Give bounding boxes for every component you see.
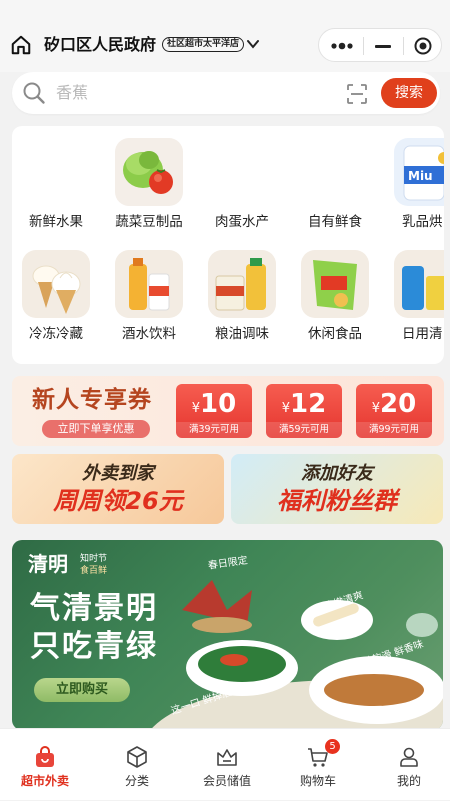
- category-label: 自有鲜食: [308, 214, 362, 230]
- tab-label: 会员储值: [202, 774, 251, 788]
- tab-label: 分类: [124, 774, 149, 788]
- promo-line2: 周周领26元: [53, 487, 183, 515]
- minimize-icon[interactable]: [375, 45, 391, 48]
- category-label: 乳品烘: [402, 214, 443, 230]
- coupon-card[interactable]: ¥10 满39元可用: [176, 384, 252, 438]
- category-item-own-fresh[interactable]: 自有鲜食: [289, 138, 381, 232]
- qingming-banner[interactable]: 清明 知时节 食百鲜 气清景明 只吃青绿 立即购买 春日限定 脆嫩清爽 细嫩软滑…: [12, 540, 443, 730]
- grain-oil-image: [208, 250, 276, 318]
- coupon-card[interactable]: ¥12 满59元可用: [266, 384, 342, 438]
- category-item-grain-oil[interactable]: 粮油调味: [196, 250, 288, 344]
- coupon-amount: 10: [200, 389, 237, 419]
- tab-mine[interactable]: 我的: [364, 729, 450, 801]
- cleaning-image: [394, 250, 444, 318]
- category-item-daily-cleaning[interactable]: 日用清: [382, 250, 444, 344]
- category-label: 粮油调味: [215, 326, 269, 342]
- capsule-divider: [363, 37, 364, 55]
- dairy-image: Miu: [394, 138, 444, 206]
- close-target-icon[interactable]: [414, 37, 432, 55]
- fruit-image: [22, 138, 90, 206]
- home-icon[interactable]: [10, 34, 32, 56]
- more-icon[interactable]: [331, 40, 355, 52]
- search-button[interactable]: 搜索: [381, 78, 437, 108]
- crown-icon: [217, 749, 237, 766]
- coupon-amount: 12: [290, 389, 327, 419]
- promo-line1: 外卖到家: [82, 463, 154, 484]
- beverage-image: [115, 250, 183, 318]
- promo-fan-group-banner[interactable]: 添加好友 福利粉丝群: [231, 454, 443, 524]
- chevron-down-icon[interactable]: [246, 38, 260, 50]
- tab-member-stored-value[interactable]: 会员储值: [182, 729, 272, 801]
- category-label: 肉蛋水产: [215, 214, 269, 230]
- category-item-meat-eggs-seafood[interactable]: 肉蛋水产: [196, 138, 288, 232]
- coupon-card[interactable]: ¥20 满99元可用: [356, 384, 432, 438]
- tab-category[interactable]: 分类: [92, 729, 182, 801]
- tab-supermarket-delivery[interactable]: 超市外卖: [0, 729, 90, 801]
- banner-headline: 气清景明: [30, 591, 158, 626]
- top-bar: 矽口区人民政府 社区超市太平洋店: [0, 0, 450, 72]
- banner-brand: 清明: [28, 552, 68, 576]
- category-grid: 新鲜水果 蔬菜豆制品 肉蛋水产 自有鲜食 Miu 乳品烘 冷冻冷藏 酒水饮料 粮…: [12, 126, 444, 364]
- category-item-frozen[interactable]: 冷冻冷藏: [12, 250, 102, 344]
- promo-delivery-banner[interactable]: 外卖到家 周周领26元: [12, 454, 224, 524]
- store-badge[interactable]: 社区超市太平洋店: [162, 37, 245, 52]
- banner-tag: 食百鲜: [80, 566, 108, 576]
- category-label: 蔬菜豆制品: [115, 214, 183, 230]
- capsule-divider: [403, 37, 404, 55]
- coupon-currency: ¥: [371, 401, 381, 416]
- buy-now-button[interactable]: 立即购买: [34, 678, 130, 702]
- snack-image: [301, 250, 369, 318]
- coupon-condition: 满39元可用: [176, 422, 252, 438]
- tab-label: 我的: [396, 774, 421, 788]
- category-item-dairy-bakery[interactable]: Miu 乳品烘: [382, 138, 444, 232]
- bottom-tab-bar: 超市外卖 分类 会员储值 5 购物车 我的: [0, 728, 450, 800]
- cube-icon: [127, 746, 147, 768]
- vegetable-image: [115, 138, 183, 206]
- category-label: 日用清: [402, 326, 443, 342]
- scan-icon[interactable]: [346, 83, 368, 105]
- coupon-condition: 满99元可用: [356, 422, 432, 438]
- category-item-vegetables[interactable]: 蔬菜豆制品: [103, 138, 195, 232]
- coupon-strip-subtitle[interactable]: 立即下单享优惠: [42, 420, 150, 438]
- coupon-currency: ¥: [281, 401, 291, 416]
- category-label: 酒水饮料: [122, 326, 176, 342]
- banner-tag: 知时节: [80, 554, 108, 564]
- tab-label: 购物车: [299, 774, 336, 788]
- user-icon: [400, 747, 418, 767]
- search-icon: [23, 82, 45, 104]
- search-bar[interactable]: 香蕉 搜索: [12, 72, 440, 114]
- promo-line1: 添加好友: [301, 463, 373, 484]
- fresh-food-image: [301, 138, 369, 206]
- category-label: 冷冻冷藏: [29, 326, 83, 342]
- tab-label: 超市外卖: [20, 774, 69, 788]
- coupon-amount: 20: [380, 389, 417, 419]
- svg-text:Miu: Miu: [408, 169, 433, 183]
- tab-cart[interactable]: 5 购物车: [273, 729, 363, 801]
- new-user-coupons[interactable]: 新人专享券 立即下单享优惠 ¥10 满39元可用 ¥12 满59元可用 ¥20 …: [12, 376, 444, 446]
- coupon-strip-title: 新人专享券: [32, 387, 152, 413]
- cart-count-badge: 5: [325, 739, 340, 754]
- category-label: 休闲食品: [308, 326, 362, 342]
- coupon-condition: 满59元可用: [266, 422, 342, 438]
- location-title[interactable]: 矽口区人民政府: [44, 34, 156, 56]
- category-label: 新鲜水果: [29, 214, 83, 230]
- banner-headline: 只吃青绿: [30, 629, 158, 664]
- search-input[interactable]: 香蕉: [56, 83, 88, 103]
- coupon-currency: ¥: [191, 401, 201, 416]
- category-item-fruit[interactable]: 新鲜水果: [12, 138, 102, 232]
- shopping-bag-icon: [36, 746, 54, 767]
- miniprogram-capsule: [318, 28, 442, 62]
- category-item-beverages[interactable]: 酒水饮料: [103, 250, 195, 344]
- promo-line2: 福利粉丝群: [277, 487, 397, 515]
- meat-image: [208, 138, 276, 206]
- category-item-snacks[interactable]: 休闲食品: [289, 250, 381, 344]
- ice-cream-image: [22, 250, 90, 318]
